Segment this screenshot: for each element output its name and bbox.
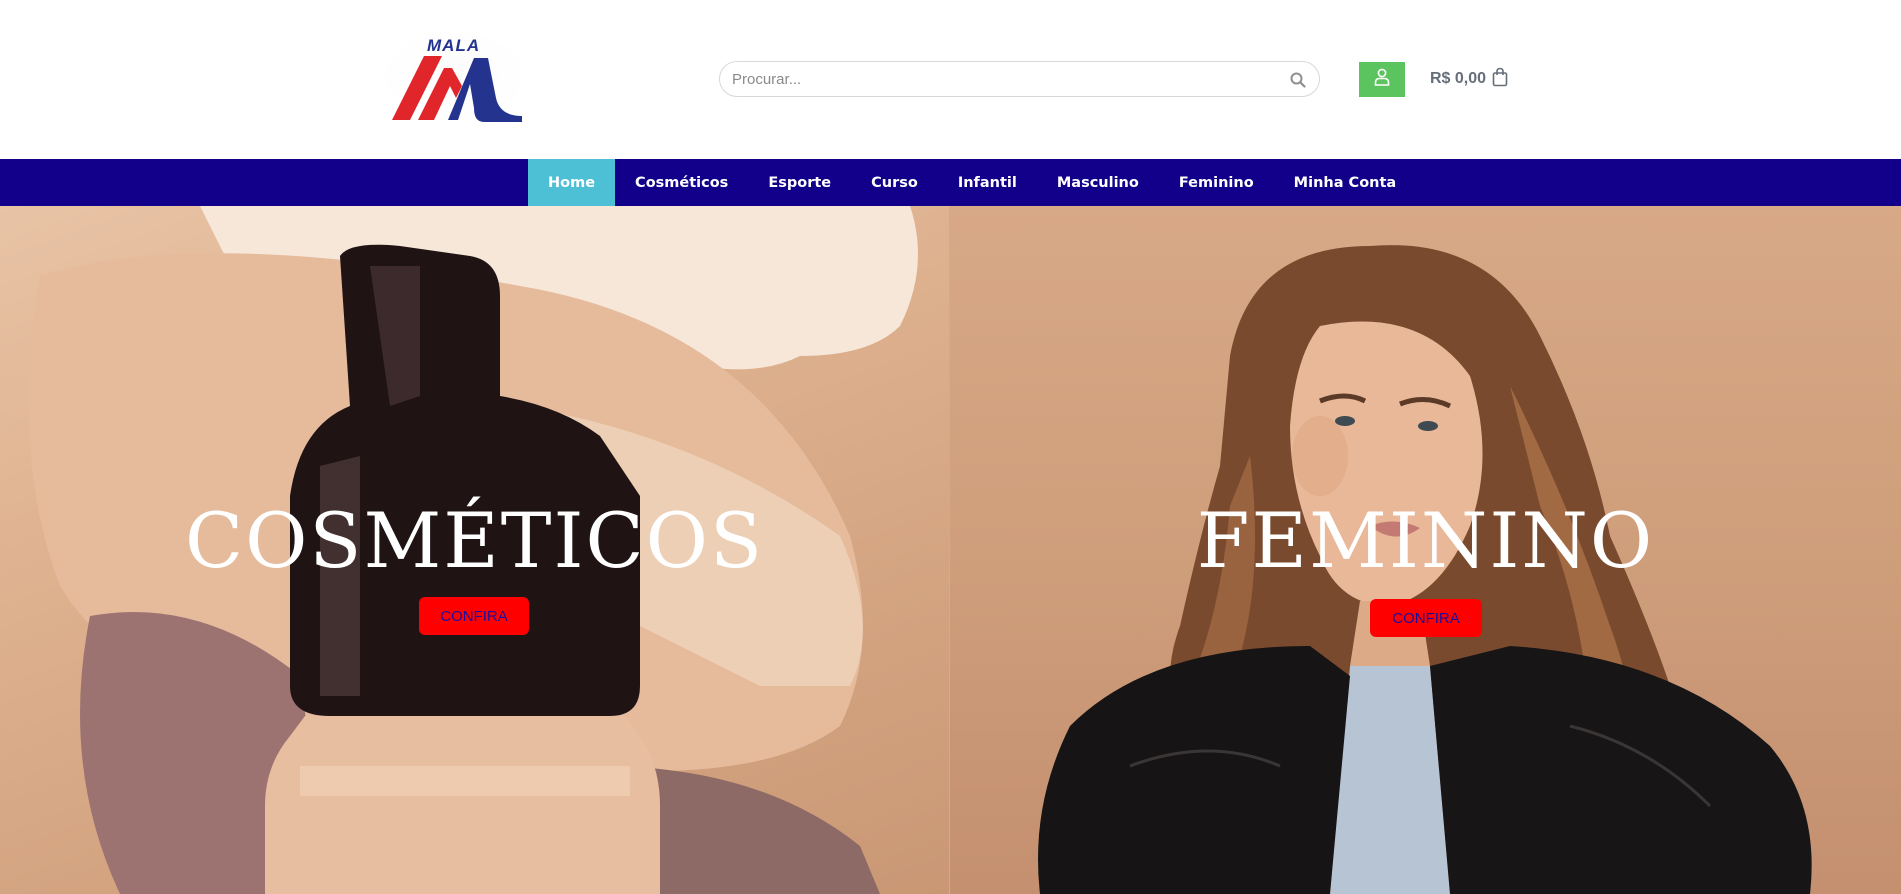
site-header: MALA R$ 0,00 <box>0 0 1901 159</box>
user-icon <box>1374 68 1390 91</box>
cart-total: R$ 0,00 <box>1430 70 1487 87</box>
nav-item-infantil[interactable]: Infantil <box>938 159 1037 206</box>
main-nav: Home Cosméticos Esporte Curso Infantil M… <box>0 159 1901 206</box>
logo-text: MALA <box>427 36 481 55</box>
nav-item-feminino[interactable]: Feminino <box>1159 159 1274 206</box>
nav-item-minha-conta[interactable]: Minha Conta <box>1274 159 1417 206</box>
account-button[interactable] <box>1359 62 1405 97</box>
nav-item-cosmeticos[interactable]: Cosméticos <box>615 159 748 206</box>
hero-banners: COSMÉTICOS CONFIRA FEMININO CONFIRA <box>0 206 1901 894</box>
nav-item-home[interactable]: Home <box>528 159 616 206</box>
nav-menu: Home Cosméticos Esporte Curso Infantil M… <box>528 159 1416 206</box>
nav-item-masculino[interactable]: Masculino <box>1037 159 1159 206</box>
cart-link[interactable]: R$ 0,00 <box>1430 66 1508 92</box>
shopping-bag-icon <box>1492 67 1508 92</box>
search-bar <box>719 61 1320 97</box>
search-icon[interactable] <box>1287 69 1309 91</box>
nav-item-esporte[interactable]: Esporte <box>748 159 851 206</box>
search-input[interactable] <box>732 62 1272 96</box>
confira-button-feminino[interactable]: CONFIRA <box>1370 599 1482 637</box>
banner-title-feminino: FEMININO <box>1196 496 1655 585</box>
banner-title-cosmeticos: COSMÉTICOS <box>184 496 765 585</box>
banner-cosmeticos: COSMÉTICOS CONFIRA <box>0 206 950 894</box>
nav-item-curso[interactable]: Curso <box>851 159 938 206</box>
confira-button-cosmeticos[interactable]: CONFIRA <box>419 597 529 635</box>
banner-feminino: FEMININO CONFIRA <box>950 206 1901 894</box>
